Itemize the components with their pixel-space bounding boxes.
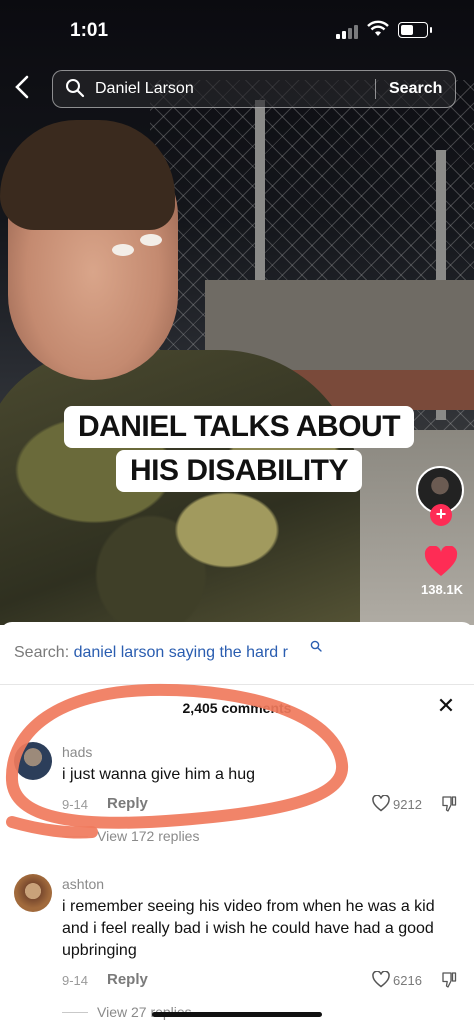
search-button[interactable]: Search xyxy=(389,80,442,98)
comment-username[interactable]: hads xyxy=(62,744,92,760)
dislike-icon[interactable] xyxy=(440,795,458,813)
signal-icon xyxy=(336,23,364,39)
video-caption-line2-box: HIS DISABILITY xyxy=(112,450,366,498)
suggested-search[interactable]: Search: daniel larson saying the hard r xyxy=(14,644,288,662)
search-divider xyxy=(375,79,376,99)
status-time: 1:01 xyxy=(70,20,109,41)
small-search-icon xyxy=(310,640,324,654)
comment-like-count: 9212 xyxy=(393,797,422,812)
heart-icon[interactable] xyxy=(424,545,458,578)
video-caption-line1: DANIEL TALKS ABOUT xyxy=(63,406,415,448)
comment-username[interactable]: ashton xyxy=(62,876,104,892)
status-bar: 1:01 xyxy=(0,0,474,64)
replies-line xyxy=(62,1012,88,1013)
reply-button[interactable]: Reply xyxy=(107,795,148,812)
person-eye xyxy=(140,234,162,246)
battery-icon xyxy=(398,22,432,38)
comment-like-count: 6216 xyxy=(393,973,422,988)
search-query[interactable]: Daniel Larson xyxy=(95,80,194,98)
video-caption-line2: HIS DISABILITY xyxy=(115,450,362,492)
follow-plus-icon[interactable]: + xyxy=(430,504,452,526)
suggested-search-prefix: Search: xyxy=(14,644,70,661)
wifi-icon xyxy=(367,20,389,40)
suggested-search-query[interactable]: daniel larson saying the hard r xyxy=(74,644,288,661)
replies-line xyxy=(62,836,88,837)
comment-text: i remember seeing his video from when he… xyxy=(62,898,435,959)
person-hair xyxy=(0,120,175,230)
comment-text: i just wanna give him a hug xyxy=(62,766,255,783)
avatar[interactable] xyxy=(14,874,52,912)
comment-date: 9-14 xyxy=(62,797,89,812)
video-caption-line1-box: DANIEL TALKS ABOUT xyxy=(60,406,418,456)
divider xyxy=(0,684,474,685)
search-bar[interactable]: Daniel Larson Search xyxy=(52,70,456,108)
avatar[interactable] xyxy=(14,742,52,780)
comments-sheet xyxy=(0,622,474,1027)
comment-date: 9-14 xyxy=(62,973,89,988)
close-icon[interactable]: ✕ xyxy=(434,694,458,718)
comment-heart-icon[interactable] xyxy=(372,794,390,813)
video-like-count: 138.1K xyxy=(421,582,463,597)
back-arrow-icon[interactable] xyxy=(14,74,36,104)
person-eye xyxy=(112,244,134,256)
search-icon xyxy=(65,78,85,100)
dislike-icon[interactable] xyxy=(440,971,458,989)
home-indicator[interactable] xyxy=(152,1012,322,1017)
reply-button[interactable]: Reply xyxy=(107,971,148,988)
view-replies-link[interactable]: View 172 replies xyxy=(97,828,199,844)
comment-heart-icon[interactable] xyxy=(372,970,390,989)
comment-count: 2,405 comments xyxy=(182,700,292,716)
